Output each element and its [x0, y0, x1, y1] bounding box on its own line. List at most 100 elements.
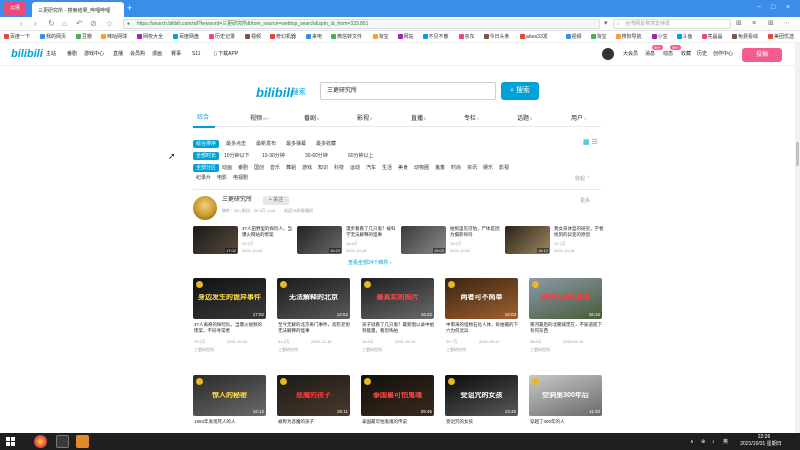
- bookmark-item[interactable]: 亮晶晶: [701, 34, 723, 40]
- filter-chip[interactable]: 运动: [347, 164, 363, 172]
- volume-icon[interactable]: ♪: [712, 439, 715, 445]
- bookmark-item[interactable]: 京东: [458, 34, 475, 40]
- filter-chip[interactable]: 最新发布: [253, 140, 279, 148]
- up-name[interactable]: 三更研究所: [222, 197, 252, 204]
- view-toggle[interactable]: ▦ ☰: [583, 139, 598, 147]
- bookmark-item[interactable]: 今日头条: [483, 34, 510, 40]
- bookmark-item[interactable]: 百度网盘: [173, 34, 199, 40]
- filter-chip[interactable]: 影视: [496, 164, 512, 172]
- bookmark-item[interactable]: 来电: [306, 34, 322, 40]
- filter-chip[interactable]: 游戏: [299, 164, 315, 172]
- filter-chip[interactable]: 最多点击: [223, 140, 249, 148]
- nav-messages[interactable]: 消息: [645, 51, 655, 57]
- filter-chip[interactable]: 10分钟以下: [221, 152, 253, 160]
- filter-chip[interactable]: 最多弹幕: [283, 140, 309, 148]
- scrollbar-track[interactable]: [795, 43, 800, 433]
- bookmark-item[interactable]: 豆瓣: [76, 34, 92, 40]
- bookmark-item[interactable]: 美团优选: [768, 34, 794, 40]
- tab-video[interactable]: 视频99+: [250, 115, 270, 123]
- tab-live[interactable]: 直播0: [411, 115, 426, 123]
- up-live-link[interactable]: 欢迎TA的直播间: [284, 208, 313, 213]
- bookmark-item[interactable]: 淘宝: [372, 34, 389, 40]
- bookmark-item[interactable]: 微信转文件: [331, 34, 362, 40]
- filter-chip[interactable]: 电视剧: [230, 174, 251, 182]
- fold-filters-button[interactable]: 收起 ⌃: [575, 176, 591, 182]
- nav-s11[interactable]: S11: [192, 51, 201, 57]
- video-thumbnail[interactable]: 受诅咒的女孩 13:45: [445, 375, 518, 416]
- nav-download-app[interactable]: ▯ 下载APP: [214, 51, 238, 57]
- video-thumbnail[interactable]: 最真实的照片 16:22: [361, 278, 434, 319]
- nav-shop[interactable]: 会员购: [130, 51, 145, 57]
- filter-chip[interactable]: 知识: [315, 164, 331, 172]
- filter-chip[interactable]: 60分钟以上: [345, 152, 377, 160]
- video-thumbnail[interactable]: 泰国最可怕鬼魂 09:46: [361, 375, 434, 416]
- filter-chip[interactable]: 综合排序: [193, 140, 220, 148]
- video-uploader[interactable]: 三更研究所: [278, 347, 298, 352]
- filter-chip[interactable]: 电影: [214, 174, 230, 182]
- filter-chip[interactable]: 娱乐: [480, 164, 496, 172]
- video-thumbnail[interactable]: 身边发生的诡异事件 17:02: [193, 278, 266, 319]
- list-view-icon[interactable]: ☰: [592, 139, 598, 146]
- bookmark-item[interactable]: 历史记录: [209, 34, 235, 40]
- video-uploader[interactable]: 三更研究所: [362, 347, 382, 352]
- network-icon[interactable]: ⊕: [701, 439, 705, 445]
- new-tab-button[interactable]: +: [127, 3, 132, 13]
- video-title[interactable]: 37人离奇的探险队，当爆火视频的惨案，不同寻常者: [194, 322, 266, 334]
- nav-creator-center[interactable]: 创作中心: [713, 51, 733, 57]
- clock-time[interactable]: 22:26: [744, 434, 784, 440]
- home-icon[interactable]: ⌂: [62, 19, 67, 28]
- bookmark-item[interactable]: 淘宝: [590, 34, 607, 40]
- filter-chip[interactable]: 10-30分钟: [259, 152, 288, 160]
- video-card[interactable]: 最真实的照片 16:22 孩子谜看了几只鬼？最新图以录中拍到能量，看恐怖拍 16.8万…: [361, 278, 434, 366]
- video-title[interactable]: 至今无解的北京奇门事件，恶陀老街无法解释的怪事: [278, 322, 350, 334]
- folder-app-icon[interactable]: [76, 435, 89, 448]
- video-card[interactable]: 惊人的秘密 16:12 1993年发现死人的人: [193, 375, 266, 424]
- filter-chip[interactable]: 全部时长: [193, 152, 220, 160]
- nav-main[interactable]: 主站: [46, 51, 56, 57]
- menu-icon[interactable]: ≡: [752, 19, 756, 28]
- upload-button[interactable]: 投稿: [742, 48, 782, 62]
- bookmark-item[interactable]: 斗鱼: [676, 34, 693, 40]
- video-title[interactable]: 受诅咒的女孩: [446, 419, 473, 424]
- video-title[interactable]: 孩子谜看了几只鬼？最新图以录中拍到能量，看恐怖拍: [362, 322, 434, 334]
- maximize-button[interactable]: □: [771, 3, 775, 12]
- bookmark-item[interactable]: 我的网页: [40, 34, 66, 40]
- video-title[interactable]: 我女孩体型的研究，学者找到的异变的原因: [554, 226, 606, 238]
- tab-movie[interactable]: 影视0: [357, 115, 372, 123]
- video-title[interactable]: 中南海的怪物石化人体，拆拍摄的下穴为何灵异: [446, 322, 518, 334]
- video-title[interactable]: 37人田野里的探险人，当爆火网站的惨案: [242, 226, 294, 238]
- video-uploader[interactable]: 三更研究所: [194, 347, 214, 352]
- video-card[interactable]: 两者可不简单 15:03 中南海的怪物石化人体，拆拍摄的下穴为何灵异 29.7万 202…: [445, 278, 518, 366]
- bookmark-item[interactable]: 网站: [397, 34, 414, 40]
- filter-chip[interactable]: 资讯: [464, 164, 480, 172]
- tab-bangumi[interactable]: 番剧0: [304, 115, 319, 123]
- up-avatar[interactable]: [193, 196, 217, 220]
- input-method-icon[interactable]: 英: [723, 439, 728, 445]
- avatar[interactable]: [602, 48, 614, 60]
- video-thumbnail[interactable]: 两者可不简单 15:03: [445, 278, 518, 319]
- video-card[interactable]: 藏在人间的北海 16:16 黄河最后的北朝城堡在，不知道底下有何东西 38.8万 202…: [529, 278, 602, 366]
- nav-bangumi[interactable]: 番剧: [67, 51, 77, 57]
- mini-video-item[interactable]: 16:22 漫步看看了几只鬼？被科学无法解释的怪事 16.8万 2021-10-15: [297, 226, 397, 258]
- view-all-videos-link[interactable]: 查看全部24个稿件 ›: [348, 260, 392, 266]
- filter-chip[interactable]: 鬼畜: [432, 164, 448, 172]
- reload-icon[interactable]: ↻: [48, 19, 55, 28]
- video-card[interactable]: 受诅咒的女孩 13:45 受诅咒的女孩: [445, 375, 518, 424]
- nav-vip[interactable]: 大会员: [623, 51, 638, 57]
- clock-date[interactable]: 2021/10/31 星期日: [733, 441, 789, 447]
- filter-chip[interactable]: 时尚: [448, 164, 464, 172]
- video-thumbnail[interactable]: 16:22: [297, 226, 342, 254]
- follow-button[interactable]: + 关注: [263, 196, 289, 205]
- browser-logo[interactable]: 云展: [4, 2, 26, 15]
- stop-icon[interactable]: ⊘: [90, 19, 97, 28]
- up-more-link[interactable]: 更多: [580, 198, 590, 204]
- bookmark-item[interactable]: 免费看综: [732, 34, 758, 40]
- bookmark-item[interactable]: 搜狗导航: [615, 34, 642, 40]
- browser-tab-active[interactable]: 三更研究所 - 搜索结果_哔哩哔哩: [32, 2, 124, 17]
- bookmark-item[interactable]: 视频: [565, 34, 582, 40]
- browser-search-input[interactable]: ⌕ 台湾网友称求支持爱: [613, 19, 731, 29]
- tab-article[interactable]: 专栏1: [464, 115, 479, 123]
- nav-game[interactable]: 游戏中心: [84, 51, 104, 57]
- mini-video-item[interactable]: 15:03 拍照里见可怕，尸体是因为摄影师吗 15.5万 2021-10-02: [401, 226, 501, 258]
- video-thumbnail[interactable]: 15:03: [401, 226, 446, 254]
